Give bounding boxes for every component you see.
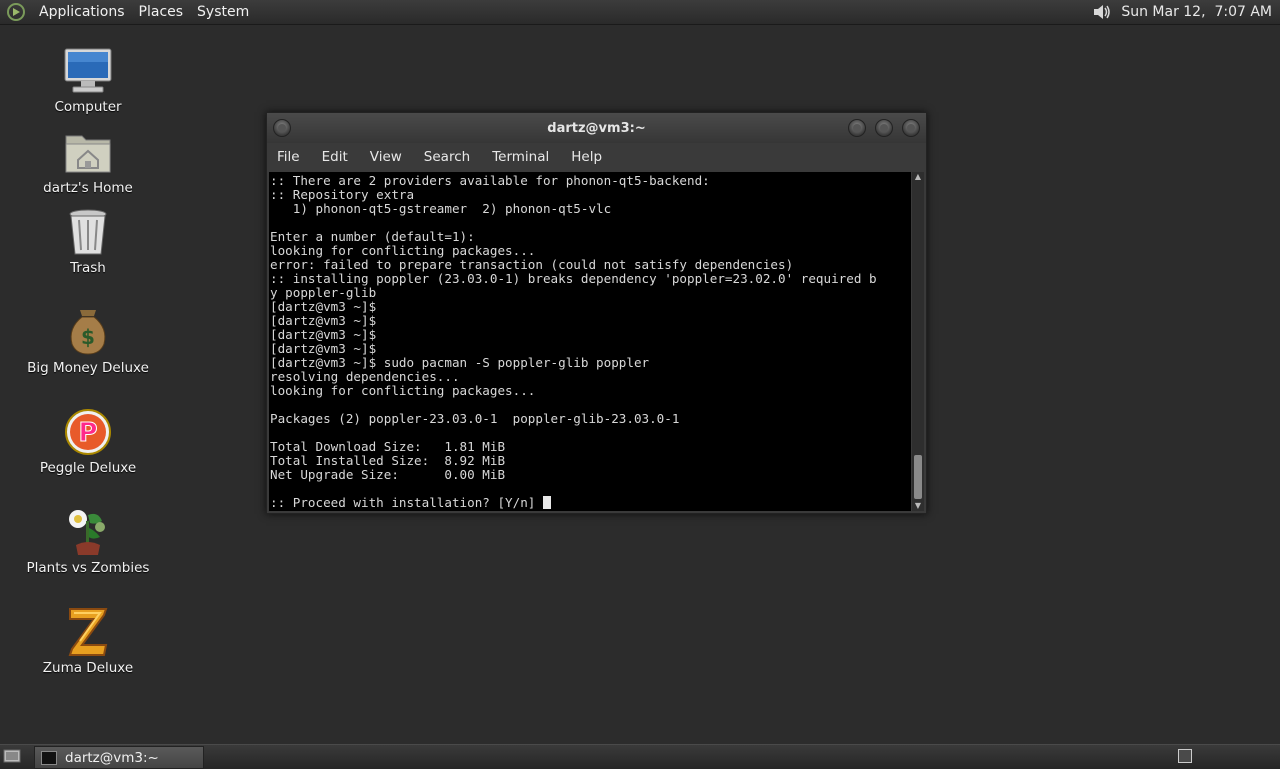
close-button[interactable] [902, 119, 920, 137]
terminal-line: [dartz@vm3 ~]$ [270, 341, 377, 356]
terminal-line: :: Repository extra [270, 187, 415, 202]
computer-icon [64, 48, 112, 93]
volume-icon[interactable] [1091, 2, 1113, 22]
desktop-icon-zuma[interactable]: Zuma Deluxe [23, 606, 153, 676]
workspace-switcher[interactable] [1178, 749, 1192, 763]
terminal-titlebar[interactable]: dartz@vm3:~ [267, 113, 926, 143]
terminal-line: Packages (2) poppler-23.03.0-1 poppler-g… [270, 411, 680, 426]
desktop-icon-plants-vs-zombies[interactable]: Plants vs Zombies [23, 506, 153, 576]
scroll-up-arrow-icon[interactable]: ▲ [913, 172, 923, 182]
home-folder-icon [65, 135, 111, 173]
terminal-line: y poppler-glib [270, 285, 377, 300]
terminal-scrollbar[interactable]: ▲ ▼ [912, 172, 924, 511]
gnome-foot-icon[interactable] [6, 2, 26, 22]
trash-icon [69, 209, 107, 255]
scrollbar-thumb[interactable] [914, 455, 922, 499]
terminal-line: error: failed to prepare transaction (co… [270, 257, 794, 272]
window-title: dartz@vm3:~ [547, 120, 646, 136]
desktop-icon-computer[interactable]: Computer [23, 45, 153, 115]
panel-tray: Sun Mar 12, 7:07 AM [1091, 0, 1272, 24]
plants-vs-zombies-icon [69, 510, 105, 555]
terminal-line: looking for conflicting packages... [270, 243, 536, 258]
menu-terminal[interactable]: Terminal [482, 149, 561, 165]
desktop-icon-trash[interactable]: Trash [23, 206, 153, 276]
desktop-icon-label: Computer [54, 99, 122, 115]
menu-search[interactable]: Search [414, 149, 482, 165]
menu-file[interactable]: File [267, 149, 312, 165]
peggle-icon: P [65, 409, 111, 455]
terminal-screen[interactable]: :: There are 2 providers available for p… [269, 172, 911, 511]
terminal-prompt: :: Proceed with installation? [Y/n] [270, 495, 543, 510]
terminal-menubar: File Edit View Search Terminal Help [267, 143, 926, 171]
terminal-cursor [542, 496, 551, 509]
window-menu-button[interactable] [273, 119, 291, 137]
terminal-output: :: There are 2 providers available for p… [269, 172, 911, 510]
top-panel: Applications Places System Sun Mar 12, 7… [0, 0, 1280, 25]
terminal-window[interactable]: dartz@vm3:~ File Edit View Search Termin… [266, 112, 927, 514]
zuma-icon [68, 608, 108, 656]
desktop-icon-label: dartz's Home [43, 180, 133, 196]
terminal-line: [dartz@vm3 ~]$ sudo pacman -S poppler-gl… [270, 355, 650, 370]
desktop-icon-label: Plants vs Zombies [26, 560, 150, 576]
terminal-line: [dartz@vm3 ~]$ [270, 299, 377, 314]
bottom-panel: dartz@vm3:~ [0, 744, 1280, 769]
menu-view[interactable]: View [360, 149, 414, 165]
svg-text:$: $ [81, 325, 95, 349]
system-menu[interactable]: System [190, 4, 256, 20]
taskbar-item-terminal[interactable]: dartz@vm3:~ [34, 746, 204, 769]
places-menu[interactable]: Places [132, 4, 191, 20]
taskbar-item-label: dartz@vm3:~ [65, 749, 159, 766]
clock[interactable]: Sun Mar 12, 7:07 AM [1121, 4, 1272, 20]
desktop-icon-label: Peggle Deluxe [39, 460, 137, 476]
maximize-button[interactable] [875, 119, 893, 137]
applications-menu[interactable]: Applications [32, 4, 132, 20]
minimize-button[interactable] [848, 119, 866, 137]
terminal-line: [dartz@vm3 ~]$ [270, 327, 377, 342]
terminal-line: Net Upgrade Size: 0.00 MiB [270, 467, 506, 482]
desktop-icon-label: Big Money Deluxe [27, 360, 149, 376]
terminal-line: Total Installed Size: 8.92 MiB [270, 453, 506, 468]
terminal-line: resolving dependencies... [270, 369, 460, 384]
desktop-icon-big-money[interactable]: $ Big Money Deluxe [23, 306, 153, 376]
menu-edit[interactable]: Edit [312, 149, 360, 165]
show-desktop-icon[interactable] [3, 748, 21, 764]
desktop-icon-home[interactable]: dartz's Home [23, 126, 153, 196]
terminal-line: [dartz@vm3 ~]$ [270, 313, 377, 328]
terminal-line: Total Download Size: 1.81 MiB [270, 439, 506, 454]
money-bag-icon: $ [70, 310, 106, 355]
scroll-down-arrow-icon[interactable]: ▼ [913, 501, 923, 511]
terminal-line: 1) phonon-qt5-gstreamer 2) phonon-qt5-vl… [292, 201, 612, 216]
terminal-line: :: There are 2 providers available for p… [270, 173, 710, 188]
terminal-icon [41, 750, 57, 765]
terminal-line: looking for conflicting packages... [270, 383, 536, 398]
svg-text:P: P [78, 418, 97, 448]
desktop-icon-label: Zuma Deluxe [42, 660, 134, 676]
menu-help[interactable]: Help [561, 149, 614, 165]
terminal-line: :: installing poppler (23.03.0-1) breaks… [270, 271, 877, 286]
desktop-icon-peggle[interactable]: P Peggle Deluxe [23, 406, 153, 476]
desktop-icon-label: Trash [70, 260, 106, 276]
terminal-line: Enter a number (default=1): [270, 229, 475, 244]
